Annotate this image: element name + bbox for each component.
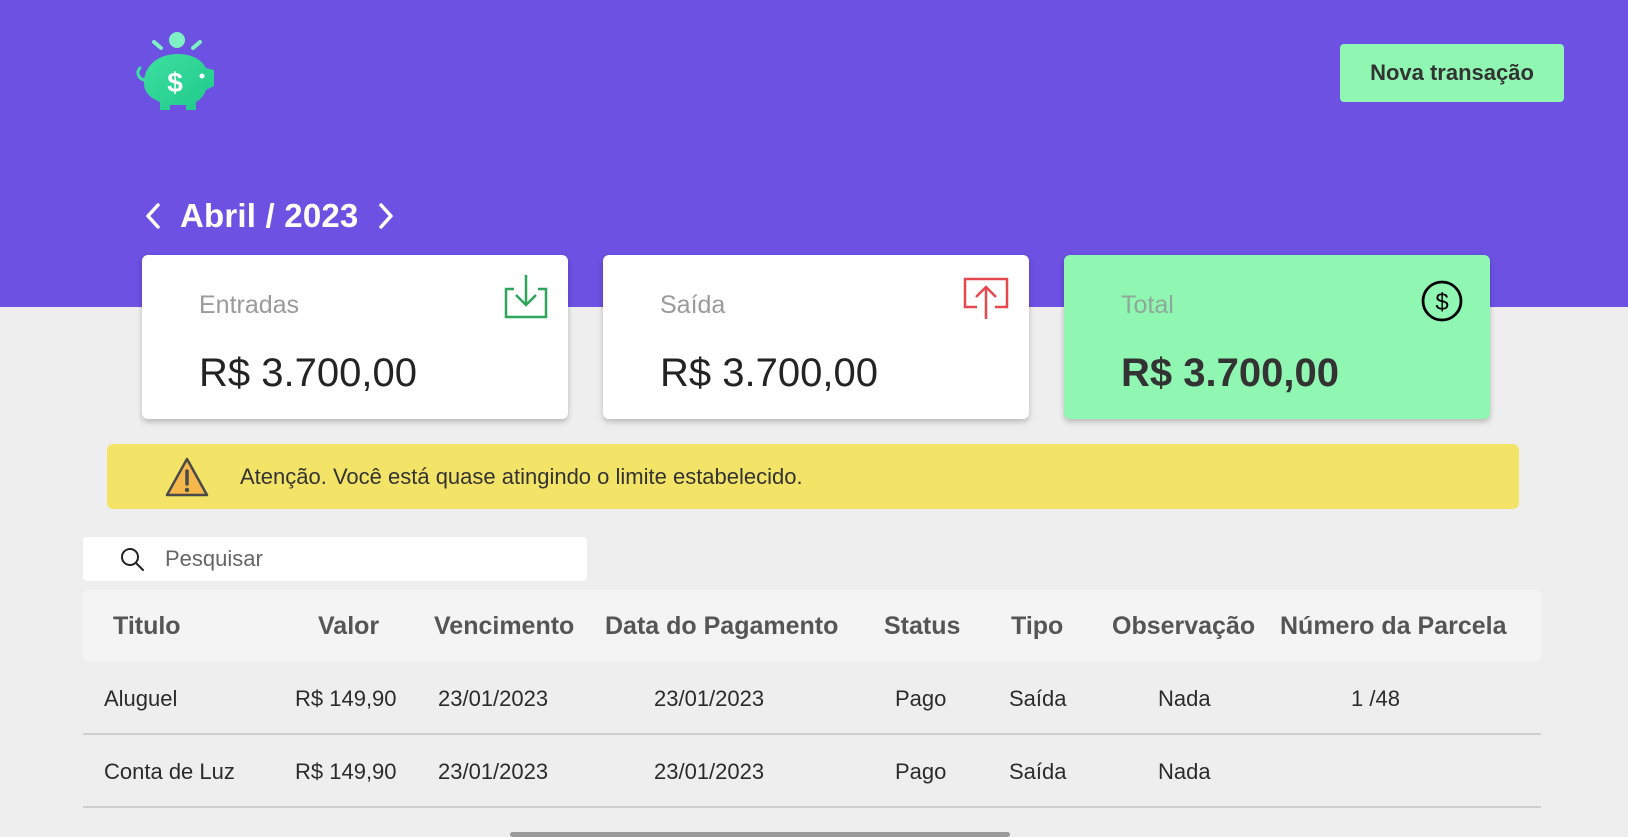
current-month-label: Abril / 2023 <box>180 197 359 234</box>
cell-valor: R$ 149,90 <box>295 685 397 711</box>
column-header-vencimento[interactable]: Vencimento <box>434 590 574 662</box>
expense-card-label: Saída <box>660 291 726 319</box>
upload-tray-icon <box>963 277 1009 319</box>
cell-numero-parcela: 1 /48 <box>1351 685 1400 711</box>
new-transaction-button[interactable]: Nova transação <box>1340 44 1564 102</box>
total-card-value: R$ 3.700,00 <box>1121 351 1339 395</box>
column-header-titulo[interactable]: Titulo <box>113 590 181 662</box>
column-header-valor[interactable]: Valor <box>318 590 379 662</box>
svg-text:$: $ <box>1435 289 1448 316</box>
cell-titulo: Conta de Luz <box>104 758 235 784</box>
column-header-data-pagamento[interactable]: Data do Pagamento <box>605 590 838 662</box>
cell-observacao: Nada <box>1158 685 1211 711</box>
table-header: Titulo Valor Vencimento Data do Pagament… <box>83 590 1541 662</box>
income-card-label: Entradas <box>199 291 300 319</box>
income-card-value: R$ 3.700,00 <box>199 351 417 395</box>
horizontal-scrollbar[interactable] <box>510 832 1010 837</box>
table-row[interactable]: Aluguel R$ 149,90 23/01/2023 23/01/2023 … <box>83 662 1541 735</box>
cell-status: Pago <box>895 685 947 711</box>
download-tray-icon <box>504 275 548 319</box>
dollar-circle-icon: $ <box>1421 280 1463 322</box>
search-input[interactable] <box>165 546 545 572</box>
cell-tipo: Saída <box>1009 685 1067 711</box>
cell-vencimento: 23/01/2023 <box>438 758 549 784</box>
column-header-tipo[interactable]: Tipo <box>1011 590 1063 662</box>
column-header-numero-parcela[interactable]: Número da Parcela <box>1280 590 1507 662</box>
search-box <box>83 537 587 581</box>
search-icon <box>121 548 144 571</box>
warning-triangle-icon <box>165 457 209 496</box>
column-header-observacao[interactable]: Observação <box>1112 590 1255 662</box>
cell-status: Pago <box>895 758 947 784</box>
transactions-table: Titulo Valor Vencimento Data do Pagament… <box>83 590 1541 808</box>
table-row[interactable]: Conta de Luz R$ 149,90 23/01/2023 23/01/… <box>83 735 1541 808</box>
svg-text:$: $ <box>167 67 183 98</box>
cell-vencimento: 23/01/2023 <box>438 685 549 711</box>
cell-titulo: Aluguel <box>104 685 178 711</box>
piggy-bank-dollar-icon: $ <box>136 32 214 110</box>
total-card: Total R$ 3.700,00 $ <box>1064 255 1490 419</box>
expense-card-value: R$ 3.700,00 <box>660 351 878 395</box>
cell-data-pagamento: 23/01/2023 <box>654 758 765 784</box>
cell-tipo: Saída <box>1009 758 1067 784</box>
warning-text: Atenção. Você está quase atingindo o lim… <box>240 463 803 489</box>
chevron-right-icon[interactable] <box>373 196 399 236</box>
total-card-label: Total <box>1121 291 1174 319</box>
limit-warning-banner: Atenção. Você está quase atingindo o lim… <box>107 444 1519 509</box>
chevron-left-icon[interactable] <box>140 196 166 236</box>
column-header-status[interactable]: Status <box>884 590 960 662</box>
month-navigator: Abril / 2023 <box>140 190 399 242</box>
cell-valor: R$ 149,90 <box>295 758 397 784</box>
cell-observacao: Nada <box>1158 758 1211 784</box>
cell-data-pagamento: 23/01/2023 <box>654 685 765 711</box>
expense-card: Saída R$ 3.700,00 <box>603 255 1029 419</box>
income-card: Entradas R$ 3.700,00 <box>142 255 568 419</box>
